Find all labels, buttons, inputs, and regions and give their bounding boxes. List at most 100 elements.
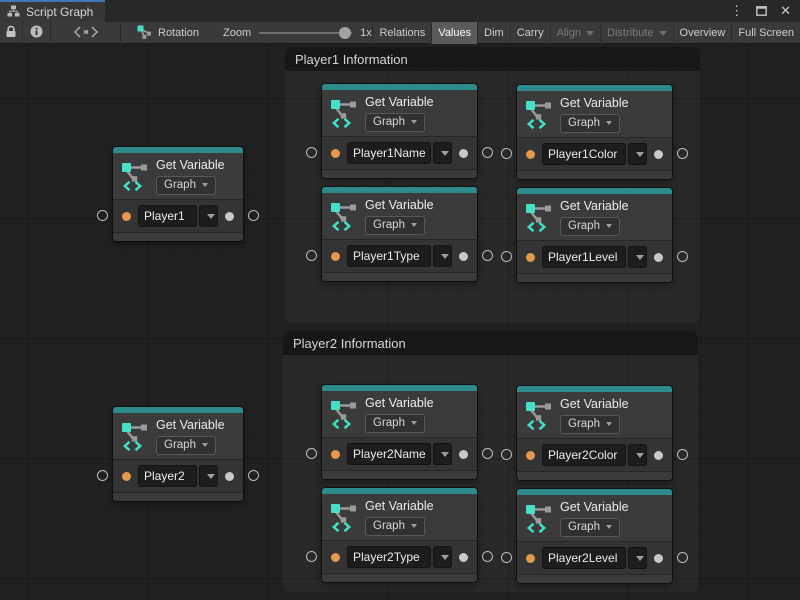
- variable-select-arrow[interactable]: [433, 546, 452, 568]
- variable-select-arrow[interactable]: [628, 547, 647, 569]
- get-variable-node[interactable]: Get VariableGraphPlayer2Level: [517, 489, 672, 583]
- port-ring-left[interactable]: [501, 449, 512, 460]
- variable-select-arrow[interactable]: [433, 245, 452, 267]
- output-port-dot[interactable]: [459, 252, 468, 261]
- port-ring-left[interactable]: [306, 250, 317, 261]
- output-port-dot[interactable]: [459, 149, 468, 158]
- output-port-dot[interactable]: [654, 150, 663, 159]
- get-variable-node[interactable]: Get VariableGraphPlayer1: [113, 147, 243, 241]
- input-port-dot[interactable]: [526, 554, 535, 563]
- input-port-dot[interactable]: [331, 450, 340, 459]
- get-variable-node[interactable]: Get VariableGraphPlayer2: [113, 407, 243, 501]
- get-variable-node[interactable]: Get VariableGraphPlayer1Name: [322, 84, 477, 178]
- view-button-distribute[interactable]: Distribute: [600, 22, 672, 44]
- variable-select-arrow[interactable]: [199, 465, 218, 487]
- input-port-dot[interactable]: [526, 253, 535, 262]
- get-variable-node[interactable]: Get VariableGraphPlayer2Color: [517, 386, 672, 480]
- zoom-slider[interactable]: [259, 32, 352, 34]
- get-variable-node[interactable]: Get VariableGraphPlayer2Name: [322, 385, 477, 479]
- variable-select-arrow[interactable]: [433, 142, 452, 164]
- variable-select[interactable]: Player2Type: [347, 546, 431, 568]
- input-port-dot[interactable]: [331, 553, 340, 562]
- port-ring-right[interactable]: [677, 251, 688, 262]
- kebab-menu-icon[interactable]: ⋮: [730, 3, 743, 19]
- info-button[interactable]: [23, 22, 51, 44]
- view-button-align[interactable]: Align: [550, 22, 600, 44]
- variable-select-arrow[interactable]: [628, 444, 647, 466]
- port-ring-right[interactable]: [677, 148, 688, 159]
- input-port-dot[interactable]: [526, 150, 535, 159]
- group-header[interactable]: Player2 Information: [283, 331, 698, 355]
- variable-select-arrow[interactable]: [199, 205, 218, 227]
- port-ring-left[interactable]: [306, 551, 317, 562]
- output-port-dot[interactable]: [459, 450, 468, 459]
- port-ring-left[interactable]: [501, 552, 512, 563]
- graph-scope-dropdown[interactable]: Graph: [560, 415, 620, 434]
- output-port-dot[interactable]: [225, 472, 234, 481]
- variable-select[interactable]: Player1Name: [347, 142, 431, 164]
- zoom-slider-handle[interactable]: [339, 27, 351, 39]
- graph-scope-dropdown[interactable]: Graph: [365, 517, 425, 536]
- variable-select[interactable]: Player2: [138, 465, 197, 487]
- port-ring-left[interactable]: [97, 470, 108, 481]
- port-ring-left[interactable]: [306, 448, 317, 459]
- code-view-button[interactable]: [51, 22, 121, 44]
- view-button-carry[interactable]: Carry: [510, 22, 550, 44]
- port-ring-right[interactable]: [482, 448, 493, 459]
- close-icon[interactable]: ✕: [780, 3, 791, 19]
- tab-script-graph[interactable]: Script Graph: [0, 0, 105, 22]
- port-ring-left[interactable]: [501, 251, 512, 262]
- variable-select-arrow[interactable]: [628, 246, 647, 268]
- graph-scope-dropdown[interactable]: Graph: [365, 113, 425, 132]
- port-ring-right[interactable]: [482, 250, 493, 261]
- output-port-dot[interactable]: [654, 253, 663, 262]
- get-variable-node[interactable]: Get VariableGraphPlayer1Type: [322, 187, 477, 281]
- variable-select[interactable]: Player2Color: [542, 444, 626, 466]
- port-ring-right[interactable]: [482, 551, 493, 562]
- port-ring-left[interactable]: [501, 148, 512, 159]
- view-button-relations[interactable]: Relations: [372, 22, 431, 44]
- get-variable-node[interactable]: Get VariableGraphPlayer2Type: [322, 488, 477, 582]
- variable-select[interactable]: Player1: [138, 205, 197, 227]
- port-ring-right[interactable]: [248, 470, 259, 481]
- variable-select[interactable]: Player1Color: [542, 143, 626, 165]
- output-port-dot[interactable]: [654, 554, 663, 563]
- port-ring-right[interactable]: [248, 210, 259, 221]
- variable-select[interactable]: Player2Name: [347, 443, 431, 465]
- output-port-dot[interactable]: [225, 212, 234, 221]
- graph-scope-dropdown[interactable]: Graph: [560, 217, 620, 236]
- graph-scope-dropdown[interactable]: Graph: [560, 114, 620, 133]
- rotation-control[interactable]: Rotation: [121, 22, 209, 44]
- port-ring-right[interactable]: [677, 552, 688, 563]
- output-port-dot[interactable]: [459, 553, 468, 562]
- graph-scope-dropdown[interactable]: Graph: [560, 518, 620, 537]
- variable-select-arrow[interactable]: [628, 143, 647, 165]
- input-port-dot[interactable]: [122, 472, 131, 481]
- graph-scope-dropdown[interactable]: Graph: [156, 176, 216, 195]
- graph-scope-dropdown[interactable]: Graph: [156, 436, 216, 455]
- graph-canvas[interactable]: Player1 Information Player2 Information G…: [0, 44, 800, 600]
- output-port-dot[interactable]: [654, 451, 663, 460]
- view-button-full-screen[interactable]: Full Screen: [731, 22, 800, 44]
- get-variable-node[interactable]: Get VariableGraphPlayer1Level: [517, 188, 672, 282]
- get-variable-node[interactable]: Get VariableGraphPlayer1Color: [517, 85, 672, 179]
- graph-scope-dropdown[interactable]: Graph: [365, 414, 425, 433]
- variable-select-arrow[interactable]: [433, 443, 452, 465]
- view-button-dim[interactable]: Dim: [477, 22, 510, 44]
- variable-select[interactable]: Player2Level: [542, 547, 626, 569]
- view-button-values[interactable]: Values: [431, 22, 477, 44]
- lock-button[interactable]: [0, 22, 23, 44]
- variable-select[interactable]: Player1Type: [347, 245, 431, 267]
- input-port-dot[interactable]: [331, 252, 340, 261]
- graph-scope-dropdown[interactable]: Graph: [365, 216, 425, 235]
- view-button-overview[interactable]: Overview: [673, 22, 732, 44]
- group-header[interactable]: Player1 Information: [285, 47, 700, 71]
- input-port-dot[interactable]: [526, 451, 535, 460]
- port-ring-right[interactable]: [482, 147, 493, 158]
- port-ring-right[interactable]: [677, 449, 688, 460]
- variable-select[interactable]: Player1Level: [542, 246, 626, 268]
- input-port-dot[interactable]: [122, 212, 131, 221]
- input-port-dot[interactable]: [331, 149, 340, 158]
- port-ring-left[interactable]: [306, 147, 317, 158]
- maximize-icon[interactable]: [756, 6, 767, 16]
